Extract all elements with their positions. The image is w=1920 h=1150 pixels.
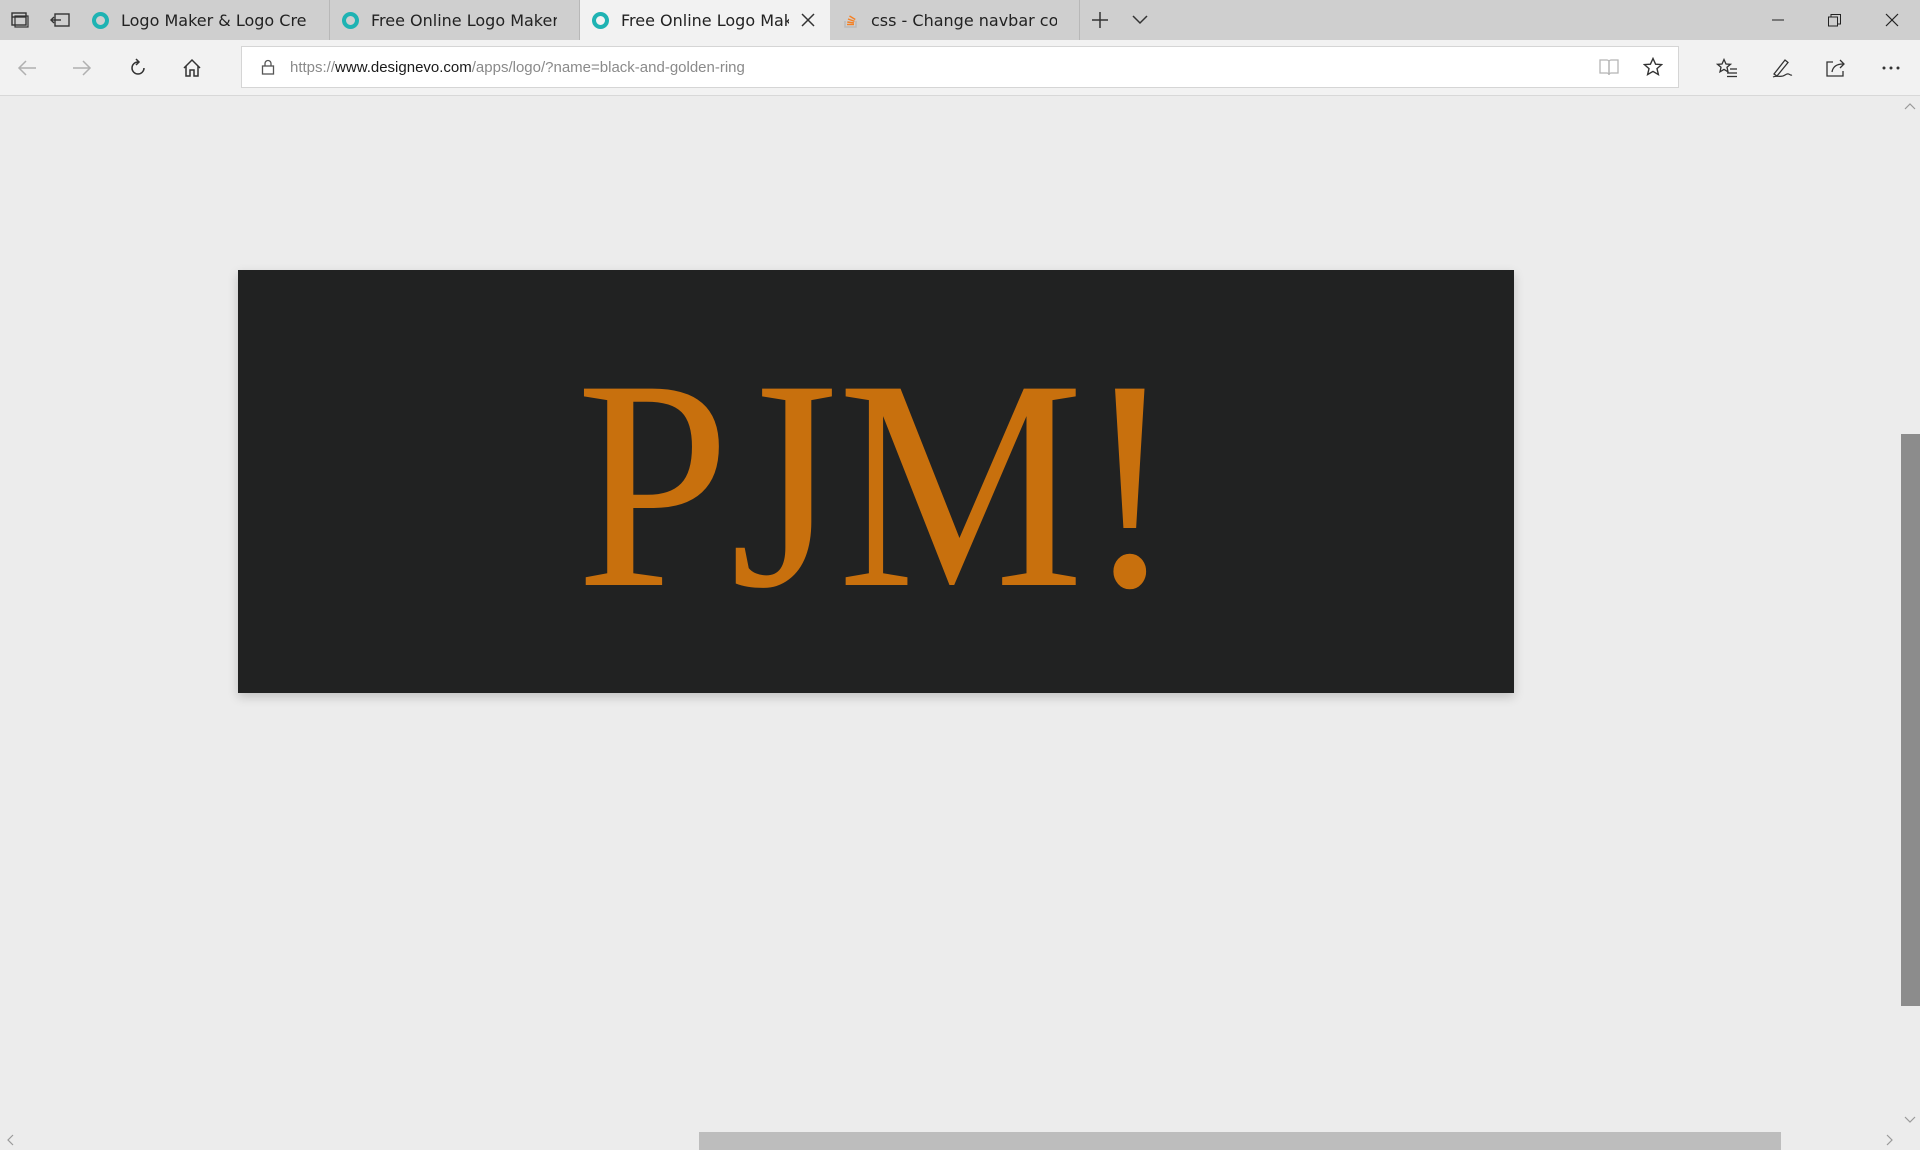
tab-title: Free Online Logo Maker, Create xyxy=(371,10,557,30)
plus-icon[interactable] xyxy=(1080,0,1120,40)
window-controls xyxy=(1749,0,1920,40)
scroll-down-icon[interactable] xyxy=(1902,1113,1918,1127)
tab-title: css - Change navbar color in xyxy=(871,10,1057,30)
pen-icon[interactable] xyxy=(1762,48,1802,88)
designevo-ring-icon xyxy=(592,11,609,29)
restore-icon[interactable] xyxy=(1806,0,1863,40)
address-bar[interactable]: https://www.designevo.com/apps/logo/?nam… xyxy=(241,46,1679,88)
reading-view-icon[interactable] xyxy=(1590,48,1628,86)
scroll-left-icon[interactable] xyxy=(2,1133,18,1147)
forward-arrow-icon[interactable] xyxy=(62,48,102,88)
more-icon[interactable] xyxy=(1871,48,1911,88)
navigation-bar: https://www.designevo.com/apps/logo/?nam… xyxy=(0,40,1920,96)
share-icon[interactable] xyxy=(1816,48,1856,88)
tab-strip: Logo Maker & Logo Creator Free Online Lo… xyxy=(0,0,1920,40)
page-viewport: PJM! xyxy=(0,97,1898,1130)
logo-canvas[interactable]: PJM! xyxy=(238,270,1514,693)
tab-logo-maker[interactable]: Logo Maker & Logo Creator xyxy=(80,0,330,40)
url-text[interactable]: https://www.designevo.com/apps/logo/?nam… xyxy=(290,59,745,76)
url-scheme: https:// xyxy=(290,58,336,76)
star-icon[interactable] xyxy=(1634,48,1672,86)
minimize-icon[interactable] xyxy=(1749,0,1806,40)
horizontal-scrollbar[interactable] xyxy=(0,1130,1920,1150)
tab-manager-icon[interactable] xyxy=(0,0,40,40)
close-tab-icon[interactable] xyxy=(796,8,820,32)
logo-text: PJM! xyxy=(576,318,1176,650)
horizontal-scroll-thumb[interactable] xyxy=(699,1132,1781,1150)
lock-icon[interactable] xyxy=(258,57,278,77)
back-arrow-icon[interactable] xyxy=(7,48,47,88)
url-path: /apps/logo/?name=black-and-golden-ring xyxy=(471,58,745,76)
home-icon[interactable] xyxy=(172,48,212,88)
scroll-right-icon[interactable] xyxy=(1882,1133,1898,1147)
tab-free-online-logo-maker-create[interactable]: Free Online Logo Maker, Create xyxy=(330,0,580,40)
tab-title: Free Online Logo Maker xyxy=(621,10,789,30)
stackoverflow-icon xyxy=(842,12,859,29)
refresh-icon[interactable] xyxy=(118,48,158,88)
favorites-list-icon[interactable] xyxy=(1707,48,1747,88)
scroll-up-icon[interactable] xyxy=(1902,99,1918,113)
close-window-icon[interactable] xyxy=(1863,0,1920,40)
designevo-ring-icon xyxy=(92,11,109,29)
logo-artwork: PJM! xyxy=(576,318,1176,650)
tab-css-navbar-color[interactable]: css - Change navbar color in xyxy=(830,0,1080,40)
set-aside-tabs-icon[interactable] xyxy=(40,0,80,40)
vertical-scroll-thumb[interactable] xyxy=(1901,434,1920,1006)
designevo-ring-icon xyxy=(342,11,359,29)
url-domain: www.designevo.com xyxy=(335,58,472,76)
tab-title: Logo Maker & Logo Creator xyxy=(121,10,307,30)
tab-actions xyxy=(1080,0,1160,40)
chevron-down-icon[interactable] xyxy=(1120,0,1160,40)
vertical-scrollbar[interactable] xyxy=(1898,97,1920,1130)
tab-free-online-logo-maker-active[interactable]: Free Online Logo Maker xyxy=(580,0,830,40)
